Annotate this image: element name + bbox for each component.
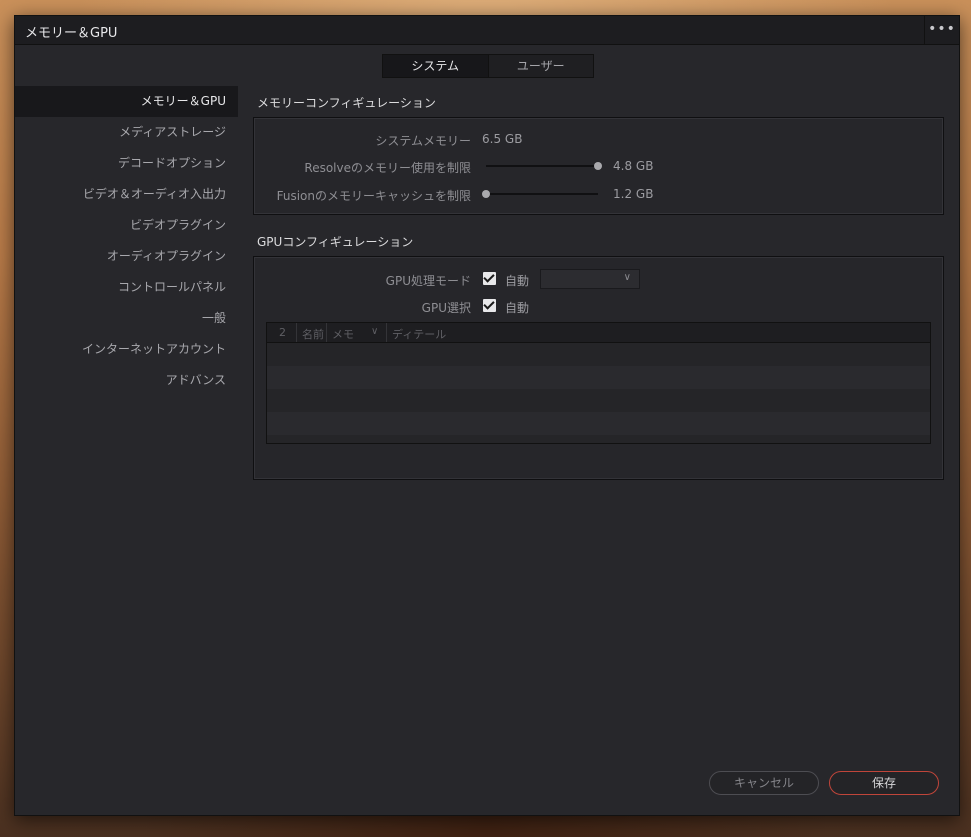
window-title: メモリー＆GPU — [25, 26, 118, 41]
gpu-select-label: GPU選択 — [421, 301, 471, 315]
preferences-window: メモリー＆GPU ••• システム ユーザー メモリー＆GPU メディアストレー… — [14, 15, 960, 816]
sidebar: メモリー＆GPU メディアストレージ デコードオプション ビデオ＆オーディオ入出… — [15, 86, 238, 396]
table-row — [267, 389, 930, 412]
system-memory-value: 6.5 GB — [482, 132, 523, 146]
memory-config-panel: システムメモリー 6.5 GB Resolveのメモリー使用を制限 4.8 GB… — [253, 117, 944, 215]
fusion-cache-slider[interactable] — [482, 190, 598, 198]
sidebar-item-control-panels[interactable]: コントロールパネル — [15, 272, 238, 303]
gpu-list-table[interactable]: 2 名前 メモ ∨ ディテール — [266, 322, 931, 444]
gpu-section-title: GPUコンフィギュレーション — [257, 235, 414, 249]
memory-section-title: メモリーコンフィギュレーション — [257, 96, 436, 110]
gpu-column-memo[interactable]: メモ — [332, 326, 354, 342]
gpu-select-auto-checkbox[interactable] — [483, 299, 496, 312]
gpu-column-index[interactable]: 2 — [279, 326, 286, 339]
sidebar-item-decode-options[interactable]: デコードオプション — [15, 148, 238, 179]
table-row — [267, 366, 930, 389]
sidebar-item-general[interactable]: 一般 — [15, 303, 238, 334]
gpu-select-auto-label: 自動 — [505, 301, 530, 315]
sidebar-item-video-plugins[interactable]: ビデオプラグイン — [15, 210, 238, 241]
chevron-down-icon[interactable]: ∨ — [371, 326, 378, 337]
resolve-limit-label: Resolveのメモリー使用を制限 — [304, 161, 471, 175]
fusion-cache-value: 1.2 GB — [613, 187, 654, 201]
system-memory-label: システムメモリー — [375, 134, 471, 148]
save-button[interactable]: 保存 — [829, 771, 939, 795]
resolve-limit-slider-handle[interactable] — [594, 162, 602, 170]
sidebar-item-memory-gpu[interactable]: メモリー＆GPU — [15, 86, 238, 117]
table-row — [267, 412, 930, 435]
table-row — [267, 343, 930, 366]
gpu-column-detail[interactable]: ディテール — [392, 326, 446, 342]
gpu-table-header: 2 名前 メモ ∨ ディテール — [267, 323, 930, 343]
title-bar: メモリー＆GPU ••• — [15, 16, 959, 45]
sidebar-item-video-audio-io[interactable]: ビデオ＆オーディオ入出力 — [15, 179, 238, 210]
cancel-button[interactable]: キャンセル — [709, 771, 819, 795]
sidebar-item-audio-plugins[interactable]: オーディオプラグイン — [15, 241, 238, 272]
gpu-mode-select[interactable]: ∨ — [540, 269, 640, 289]
chevron-down-icon: ∨ — [623, 272, 631, 283]
resolve-limit-value: 4.8 GB — [613, 159, 654, 173]
tab-system[interactable]: システム — [383, 55, 489, 77]
gpu-mode-label: GPU処理モード — [385, 274, 471, 288]
resolve-limit-slider[interactable] — [486, 162, 602, 170]
gpu-mode-auto-checkbox[interactable] — [483, 272, 496, 285]
gpu-column-name[interactable]: 名前 — [302, 326, 324, 342]
fusion-cache-label: Fusionのメモリーキャッシュを制限 — [276, 189, 471, 203]
sidebar-item-advanced[interactable]: アドバンス — [15, 365, 238, 396]
sidebar-item-internet-accounts[interactable]: インターネットアカウント — [15, 334, 238, 365]
more-icon[interactable]: ••• — [924, 16, 959, 44]
fusion-cache-slider-handle[interactable] — [482, 190, 490, 198]
gpu-config-panel: GPU処理モード 自動 ∨ GPU選択 自動 2 名前 メモ ∨ ディテール — [253, 256, 944, 480]
tab-user[interactable]: ユーザー — [489, 55, 594, 77]
gpu-mode-auto-label: 自動 — [505, 274, 530, 288]
sidebar-item-media-storage[interactable]: メディアストレージ — [15, 117, 238, 148]
tab-bar: システム ユーザー — [382, 54, 594, 78]
